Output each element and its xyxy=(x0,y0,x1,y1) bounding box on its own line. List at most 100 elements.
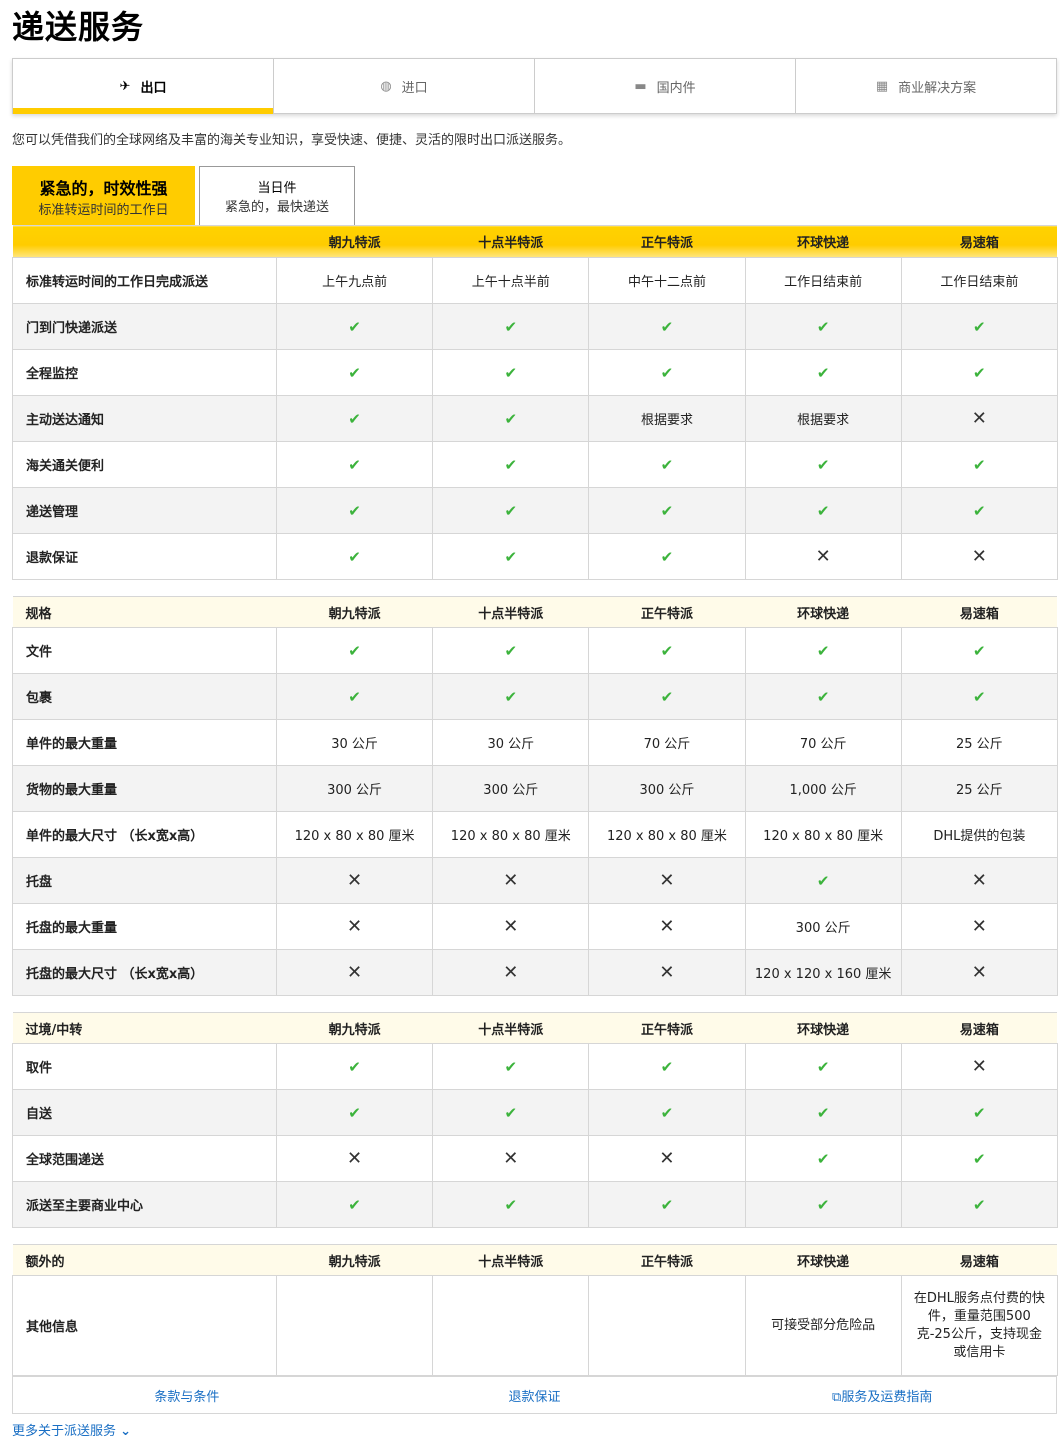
table-row: 递送管理 ✔ ✔ ✔ ✔ ✔ xyxy=(12,487,1058,534)
comparison-table: 规格 朝九特派 十点半特派 正午特派 环球快递 易速箱 文件 ✔ ✔ ✔ ✔ ✔ 包裹 ✔ ✔ ✔ ✔ ✔ 单件的最… xyxy=(12,596,1058,996)
column-header: 环球快递 xyxy=(745,596,902,628)
cell: ✔ xyxy=(900,441,1058,488)
column-header: 易速箱 xyxy=(901,596,1058,628)
footer-links: 条款与条件 退款保证 ⧉服务及运费指南 xyxy=(12,1376,1057,1414)
check-icon: ✔ xyxy=(504,317,518,336)
cell: ✔ xyxy=(275,1043,434,1090)
cell: ✔ xyxy=(432,349,590,396)
column-header: 十点半特派 xyxy=(432,225,589,258)
column-header: 易速箱 xyxy=(901,225,1058,258)
check-icon: ✔ xyxy=(348,641,361,660)
check-icon: ✔ xyxy=(504,641,518,660)
column-header: 环球快递 xyxy=(745,225,902,258)
comparison-table: 额外的 朝九特派 十点半特派 正午特派 环球快递 易速箱 其他信息 可接受部分危险品 在DHL服… xyxy=(12,1244,1058,1376)
cell: ✔ xyxy=(432,533,590,580)
comparison-table: 朝九特派 十点半特派 正午特派 环球快递 易速箱 标准转运时间的工作日完成派送 上午九点前上… xyxy=(12,225,1058,580)
table-row: 托盘的最大重量 ✕ ✕ ✕ 300 公斤 ✕ xyxy=(12,903,1058,950)
check-icon: ✔ xyxy=(504,1103,518,1122)
subtab-urgent[interactable]: 紧急的，时效性强 标准转运时间的工作日 xyxy=(12,166,195,225)
globe-icon: ◍ xyxy=(380,78,392,94)
cell: ✕ xyxy=(900,1043,1058,1090)
check-icon: ✔ xyxy=(348,1057,361,1076)
cell: ✔ xyxy=(275,1089,434,1136)
cell: ✔ xyxy=(432,1043,590,1090)
cell: ✔ xyxy=(900,1181,1058,1228)
table-row: 门到门快递派送 ✔ ✔ ✔ ✔ ✔ xyxy=(12,303,1058,350)
check-icon: ✔ xyxy=(816,317,830,336)
table-row: 退款保证 ✔ ✔ ✔ ✕ ✕ xyxy=(12,533,1058,580)
column-header: 易速箱 xyxy=(901,1244,1058,1276)
row-label: 托盘的最大尺寸 （长x宽x高） xyxy=(12,949,277,996)
check-icon: ✔ xyxy=(348,455,361,474)
cell-text: 根据要求 xyxy=(744,395,902,442)
comparison-table-area: 朝九特派 十点半特派 正午特派 环球快递 易速箱 标准转运时间的工作日完成派送 上午九点前上… xyxy=(12,225,1058,1414)
check-icon: ✔ xyxy=(660,687,674,706)
cross-icon: ✕ xyxy=(347,916,363,937)
check-icon: ✔ xyxy=(816,641,830,660)
cell: ✔ xyxy=(432,487,590,534)
cell: ✔ xyxy=(900,1135,1058,1182)
column-header: 易速箱 xyxy=(901,1012,1058,1044)
check-icon: ✔ xyxy=(504,547,518,566)
column-header: 环球快递 xyxy=(745,1012,902,1044)
cell: ✕ xyxy=(275,857,434,904)
check-icon: ✔ xyxy=(504,687,518,706)
table-row: 自送 ✔ ✔ ✔ ✔ ✔ xyxy=(12,1089,1058,1136)
cell: ✕ xyxy=(588,949,746,996)
more-link[interactable]: 更多关于派送服务 ⌄ xyxy=(12,1420,131,1439)
footer-link[interactable]: 退款保证 xyxy=(361,1386,709,1405)
main-tab-1[interactable]: ◍ 进口 xyxy=(274,59,535,113)
comparison-table: 过境/中转 朝九特派 十点半特派 正午特派 环球快递 易速箱 取件 ✔ ✔ ✔ ✔ ✕ 自送 ✔ ✔ ✔ ✔ ✔ 全… xyxy=(12,1012,1058,1228)
cell: ✔ xyxy=(900,1089,1058,1136)
column-header: 十点半特派 xyxy=(432,596,589,628)
cross-icon: ✕ xyxy=(503,962,519,983)
subtab-same-day[interactable]: 当日件 紧急的，最快递送 xyxy=(199,166,355,225)
cell: ✕ xyxy=(588,857,746,904)
cell: ✕ xyxy=(900,395,1058,442)
cross-icon: ✕ xyxy=(659,1148,675,1169)
main-tab-0[interactable]: ✈ 出口 xyxy=(13,59,274,114)
table-row: 包裹 ✔ ✔ ✔ ✔ ✔ xyxy=(12,673,1058,720)
cell: ✔ xyxy=(588,673,746,720)
row-label: 其他信息 xyxy=(12,1275,277,1376)
cell: ✔ xyxy=(588,1089,746,1136)
cell: ✔ xyxy=(275,533,434,580)
cell: ✔ xyxy=(432,627,590,674)
table-row: 其他信息 可接受部分危险品 在DHL服务点付费的快件，重量范围500克-25公斤，支… xyxy=(12,1275,1058,1376)
main-tab-2[interactable]: ▬ 国内件 xyxy=(535,59,796,113)
main-tab-3[interactable]: ▦ 商业解决方案 xyxy=(796,59,1056,113)
check-icon: ✔ xyxy=(973,1195,986,1214)
check-icon: ✔ xyxy=(348,409,361,428)
row-label: 单件的最大尺寸 （长x宽x高） xyxy=(12,811,277,858)
cell: ✔ xyxy=(900,349,1058,396)
cell-text: 300 公斤 xyxy=(588,765,746,812)
table-row: 托盘 ✕ ✕ ✕ ✔ ✕ xyxy=(12,857,1058,904)
cell: ✕ xyxy=(588,903,746,950)
footer-link[interactable]: 条款与条件 xyxy=(13,1386,361,1405)
cell: ✔ xyxy=(588,533,746,580)
cross-icon: ✕ xyxy=(347,870,363,891)
cell: ✕ xyxy=(432,857,590,904)
cell: ✔ xyxy=(588,1181,746,1228)
check-icon: ✔ xyxy=(660,501,674,520)
cell-text xyxy=(432,1275,590,1376)
table-header-row: 朝九特派 十点半特派 正午特派 环球快递 易速箱 xyxy=(12,225,1058,258)
cell: ✔ xyxy=(900,627,1058,674)
cell-text: 工作日结束前 xyxy=(744,257,902,304)
table-section: 额外的 朝九特派 十点半特派 正午特派 环球快递 易速箱 其他信息 可接受部分危险品 在DHL服… xyxy=(12,1244,1058,1414)
footer-link[interactable]: ⧉服务及运费指南 xyxy=(708,1386,1056,1405)
column-header: 朝九特派 xyxy=(276,225,433,258)
table-row: 全球范围递送 ✕ ✕ ✕ ✔ ✔ xyxy=(12,1135,1058,1182)
subtab-same-day-title: 当日件 xyxy=(257,181,297,196)
cell: ✔ xyxy=(275,349,434,396)
check-icon: ✔ xyxy=(348,317,361,336)
cell: ✔ xyxy=(588,487,746,534)
cell: ✔ xyxy=(744,441,902,488)
cross-icon: ✕ xyxy=(347,1148,363,1169)
main-tabs: ✈ 出口 ◍ 进口 ▬ 国内件 ▦ 商业解决方案 xyxy=(12,58,1057,114)
table-header-row: 过境/中转 朝九特派 十点半特派 正午特派 环球快递 易速箱 xyxy=(12,1012,1058,1044)
cell: ✕ xyxy=(900,949,1058,996)
column-header: 朝九特派 xyxy=(276,1244,433,1276)
cell: ✔ xyxy=(744,303,902,350)
table-row: 货物的最大重量 300 公斤 300 公斤 300 公斤 1,000 公斤 25 公斤 xyxy=(12,765,1058,812)
